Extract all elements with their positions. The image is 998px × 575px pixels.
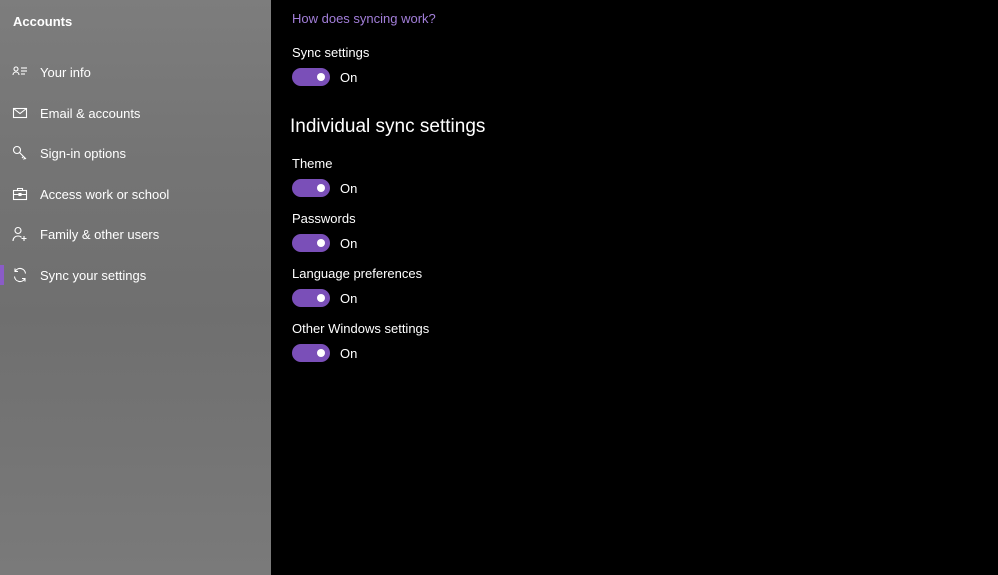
key-icon (12, 145, 28, 161)
sidebar-item-label: Sign-in options (40, 145, 126, 161)
toggle-state: On (340, 235, 358, 251)
toggle-knob (317, 73, 325, 81)
other-windows-settings-toggle-row: On (292, 343, 357, 363)
toggle-state: On (340, 69, 358, 85)
main-content: How does syncing work? Sync settings On … (271, 0, 998, 575)
toggle-knob (317, 184, 325, 192)
sidebar-item-family-users[interactable]: Family & other users (0, 215, 271, 253)
sync-settings-toggle[interactable] (292, 68, 330, 86)
toggle-state: On (340, 345, 358, 361)
sidebar-item-label: Sync your settings (40, 267, 147, 283)
help-link[interactable]: How does syncing work? (292, 11, 436, 26)
language-preferences-label: Language preferences (292, 266, 423, 281)
person-add-icon (12, 226, 28, 242)
passwords-toggle-row: On (292, 233, 357, 253)
language-preferences-toggle-row: On (292, 288, 357, 308)
passwords-toggle[interactable] (292, 234, 330, 252)
sidebar-item-label: Email & accounts (40, 105, 141, 121)
sidebar-item-sign-in-options[interactable]: Sign-in options (0, 134, 271, 172)
sidebar-item-your-info[interactable]: Your info (0, 53, 271, 91)
sidebar-item-label: Access work or school (40, 186, 170, 202)
other-windows-settings-label: Other Windows settings (292, 321, 430, 336)
sync-icon (12, 267, 28, 283)
theme-toggle-row: On (292, 178, 357, 198)
settings-window: Accounts Your info Email & accounts Sign… (0, 0, 998, 575)
passwords-label: Passwords (292, 211, 356, 226)
sidebar-item-access-work[interactable]: Access work or school (0, 175, 271, 213)
sidebar-title: Accounts (13, 14, 73, 29)
briefcase-icon (12, 186, 28, 202)
theme-toggle[interactable] (292, 179, 330, 197)
sidebar-item-sync-settings[interactable]: Sync your settings (0, 256, 271, 294)
sync-settings-toggle-row: On (292, 67, 357, 87)
sidebar-item-email-accounts[interactable]: Email & accounts (0, 94, 271, 132)
sidebar: Accounts Your info Email & accounts Sign… (0, 0, 271, 575)
toggle-knob (317, 239, 325, 247)
active-indicator (0, 265, 4, 285)
sync-settings-label: Sync settings (292, 45, 370, 60)
toggle-state: On (340, 290, 358, 306)
sidebar-item-label: Your info (40, 64, 91, 80)
toggle-knob (317, 294, 325, 302)
theme-label: Theme (292, 156, 333, 171)
other-windows-settings-toggle[interactable] (292, 344, 330, 362)
section-heading: Individual sync settings (290, 116, 486, 137)
toggle-knob (317, 349, 325, 357)
mail-icon (12, 105, 28, 121)
toggle-state: On (340, 180, 358, 196)
sidebar-item-label: Family & other users (40, 226, 160, 242)
language-preferences-toggle[interactable] (292, 289, 330, 307)
contact-card-icon (12, 64, 28, 80)
